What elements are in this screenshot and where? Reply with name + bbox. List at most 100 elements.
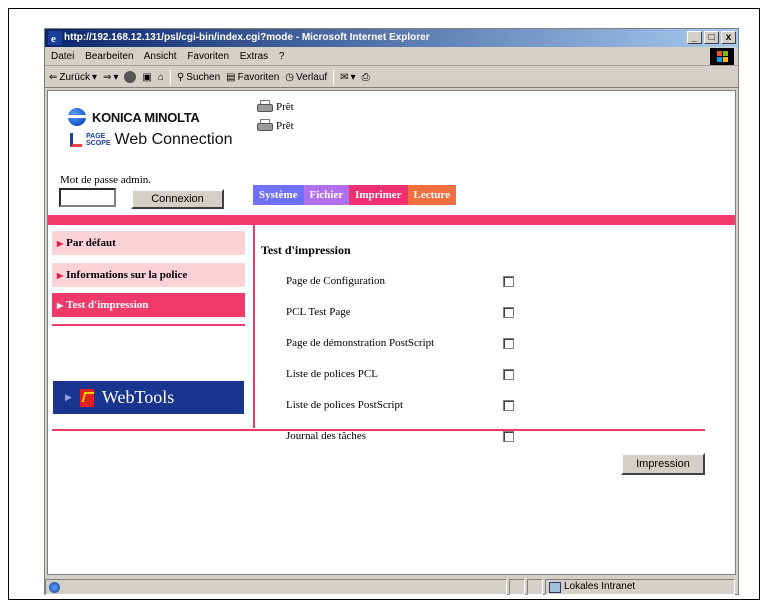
impression-button[interactable]: Impression: [621, 453, 705, 475]
web-content: KONICA MINOLTA PAGE SCOPE Web Connection…: [47, 90, 736, 575]
sidebar-item-par-defaut[interactable]: ▶ Par défaut: [52, 231, 245, 255]
main-tabs: Système Fichier Imprimer Lecture: [253, 185, 456, 205]
brand-name: KONICA MINOLTA: [92, 109, 200, 125]
tab-fichier[interactable]: Fichier: [303, 185, 350, 205]
pagescope-logo: PAGE SCOPE Web Connection: [70, 131, 233, 149]
toolbar: ⇐ Zurück ▾ ⇒ ▾ ▣ ⌂ ⚲ Suchen ▤ Favoriten …: [45, 67, 738, 88]
fiery-logo-icon: [79, 388, 94, 407]
browser-window: e http://192.168.12.131/psl/cgi-bin/inde…: [44, 28, 739, 595]
triangle-right-icon: ▶: [65, 392, 72, 402]
checkbox-postscript-fonts[interactable]: [503, 400, 514, 411]
mail-icon: ✉: [340, 71, 349, 83]
konica-minolta-logo: KONICA MINOLTA: [68, 108, 200, 126]
printer-icon: ⎙: [361, 71, 370, 83]
favorites-button[interactable]: ▤ Favoriten: [226, 67, 279, 88]
back-label: Zurück: [59, 71, 90, 83]
status-cell: [527, 579, 543, 595]
menu-ansicht[interactable]: Ansicht: [144, 51, 177, 62]
menu-bearbeiten[interactable]: Bearbeiten: [85, 51, 133, 62]
sidebar-item-label: Par défaut: [66, 237, 116, 249]
ie-icon: e: [48, 31, 62, 45]
printer-status-1: Prêt: [256, 100, 294, 113]
stop-button[interactable]: [124, 71, 137, 83]
dropdown-arrow-icon: ▾: [113, 71, 119, 83]
zone-label: Lokales Intranet: [564, 581, 636, 592]
option-label: Journal des tâches: [286, 430, 367, 442]
menu-bar: Datei Bearbeiten Ansicht Favoriten Extra…: [45, 47, 738, 66]
menu-help[interactable]: ?: [279, 51, 285, 62]
tab-lecture[interactable]: Lecture: [407, 185, 456, 205]
menu-datei[interactable]: Datei: [51, 51, 74, 62]
search-label: Suchen: [186, 71, 221, 83]
page-icon: [49, 582, 60, 593]
option-label: Liste de polices PostScript: [286, 399, 404, 411]
triangle-right-icon: ▶: [57, 271, 64, 280]
status-main: [45, 579, 507, 595]
svg-text:e: e: [51, 33, 56, 45]
forward-arrow-icon: ⇒: [102, 71, 112, 83]
home-button[interactable]: ⌂: [158, 67, 164, 88]
status-zone: Lokales Intranet: [545, 579, 735, 595]
printer-status-text: Prêt: [276, 100, 294, 113]
sidebar-item-label: Test d'impression: [66, 299, 149, 311]
pagescope-small-text: PAGE SCOPE: [86, 133, 111, 147]
password-input[interactable]: [59, 188, 116, 207]
pagescope-mark-icon: [70, 133, 82, 147]
webtools-label: WebTools: [101, 387, 175, 407]
sidebar-item-test-impression[interactable]: ▶ Test d'impression: [52, 293, 245, 317]
checkbox-pcl-fonts[interactable]: [503, 369, 514, 380]
triangle-right-icon: ▶: [57, 301, 64, 310]
sidebar-item-label: Informations sur la police: [66, 269, 188, 281]
triangle-right-icon: ▶: [57, 239, 64, 248]
status-bar: Lokales Intranet: [45, 578, 738, 596]
home-icon: ⌂: [157, 71, 164, 83]
connexion-button[interactable]: Connexion: [131, 189, 224, 209]
refresh-button[interactable]: ▣: [142, 67, 151, 88]
printer-status-2: Prêt: [256, 119, 294, 132]
tab-systeme[interactable]: Système: [253, 185, 304, 205]
konica-globe-icon: [68, 108, 86, 126]
refresh-icon: ▣: [142, 71, 152, 83]
footer-divider: [52, 429, 705, 431]
back-button[interactable]: ⇐ Zurück ▾: [49, 67, 97, 88]
menu-extras[interactable]: Extras: [240, 51, 268, 62]
toolbar-separator: [333, 69, 335, 85]
history-icon: ◷: [285, 71, 295, 83]
product-name: Web Connection: [114, 131, 233, 148]
mail-button[interactable]: ✉ ▾: [340, 67, 355, 88]
printer-icon: [256, 100, 274, 113]
toolbar-separator: [169, 69, 171, 85]
dropdown-arrow-icon: ▾: [91, 71, 97, 83]
sidebar-separator: [253, 225, 255, 428]
header-divider: [48, 215, 735, 225]
stop-icon: [124, 71, 137, 83]
search-button[interactable]: ⚲ Suchen: [177, 67, 220, 88]
history-button[interactable]: ◷ Verlauf: [285, 67, 327, 88]
close-button[interactable]: x: [721, 31, 736, 44]
option-label: PCL Test Page: [286, 306, 351, 318]
forward-button[interactable]: ⇒ ▾: [103, 67, 118, 88]
search-icon: ⚲: [176, 71, 185, 83]
windows-logo-icon: [710, 48, 734, 65]
scanner-status-text: Prêt: [276, 119, 294, 132]
checkbox-pcl-test-page[interactable]: [503, 307, 514, 318]
option-label: Page de démonstration PostScript: [286, 337, 435, 349]
favorites-label: Favoriten: [237, 71, 280, 83]
history-label: Verlauf: [296, 71, 328, 83]
intranet-icon: [549, 581, 561, 593]
minimize-button[interactable]: _: [687, 31, 702, 44]
maximize-button[interactable]: □: [704, 31, 719, 44]
tab-imprimer[interactable]: Imprimer: [349, 185, 408, 205]
checkbox-job-log[interactable]: [503, 431, 514, 442]
scanner-icon: [256, 119, 274, 132]
checkbox-page-configuration[interactable]: [503, 276, 514, 287]
sidebar-divider: [52, 324, 245, 326]
webtools-link[interactable]: ▶ WebTools: [53, 381, 244, 414]
checkbox-postscript-demo[interactable]: [503, 338, 514, 349]
option-label: Page de Configuration: [286, 275, 385, 287]
sidebar-item-informations-police[interactable]: ▶ Informations sur la police: [52, 263, 245, 287]
print-toolbar-button[interactable]: ⎙: [362, 67, 370, 88]
status-cell: [509, 579, 525, 595]
menu-favoriten[interactable]: Favoriten: [187, 51, 229, 62]
title-bar: e http://192.168.12.131/psl/cgi-bin/inde…: [45, 29, 738, 47]
